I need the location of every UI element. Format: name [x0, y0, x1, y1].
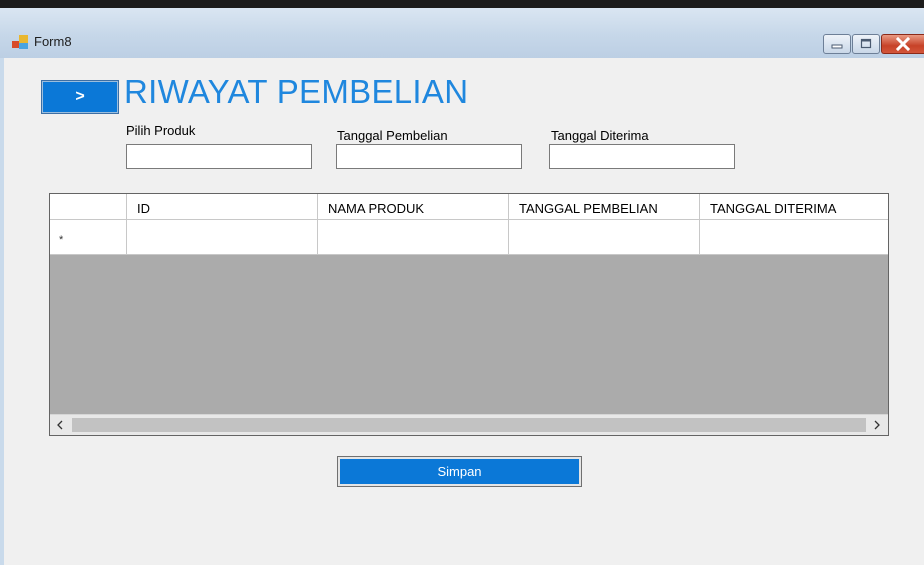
save-button-label: Simpan	[340, 459, 579, 484]
new-row-marker: *	[59, 234, 64, 246]
close-icon	[896, 36, 910, 52]
scrollbar-thumb[interactable]	[72, 418, 866, 432]
window-title: Form8	[34, 34, 72, 49]
horizontal-scrollbar[interactable]	[50, 414, 888, 435]
maximize-button[interactable]	[852, 34, 880, 54]
chevron-right-icon	[874, 420, 880, 430]
pilih-produk-label: Pilih Produk	[126, 123, 196, 138]
minimize-icon	[831, 44, 843, 49]
column-header-tanggal-pembelian[interactable]: TANGGAL PEMBELIAN	[509, 194, 700, 219]
table-row[interactable]: *	[50, 220, 888, 255]
minimize-button[interactable]	[823, 34, 851, 54]
scroll-left-button[interactable]	[50, 415, 70, 435]
window-left-border	[0, 58, 4, 565]
column-header-tanggal-diterima[interactable]: TANGGAL DITERIMA	[700, 194, 888, 219]
purchase-history-grid[interactable]: ID NAMA PRODUK TANGGAL PEMBELIAN TANGGAL…	[49, 193, 889, 436]
column-header-id[interactable]: ID	[127, 194, 318, 219]
page-title: RIWAYAT PEMBELIAN	[124, 73, 469, 110]
app-icon	[12, 35, 28, 49]
tanggal-pembelian-input[interactable]	[336, 144, 522, 169]
tanggal-diterima-label: Tanggal Diterima	[551, 128, 649, 143]
save-button[interactable]: Simpan	[337, 456, 582, 487]
maximize-icon	[860, 38, 872, 49]
tanggal-pembelian-label: Tanggal Pembelian	[337, 128, 448, 143]
window-titlebar[interactable]: Form8	[0, 8, 924, 58]
grid-header-row: ID NAMA PRODUK TANGGAL PEMBELIAN TANGGAL…	[50, 194, 888, 220]
column-header-nama-produk[interactable]: NAMA PRODUK	[318, 194, 509, 219]
cell-nama-produk[interactable]	[318, 220, 509, 255]
nav-forward-button[interactable]: >	[41, 80, 119, 114]
cell-id[interactable]	[127, 220, 318, 255]
scroll-right-button[interactable]	[867, 415, 887, 435]
chevron-left-icon	[57, 420, 63, 430]
cell-tanggal-pembelian[interactable]	[509, 220, 700, 255]
tanggal-diterima-input[interactable]	[549, 144, 735, 169]
cell-tanggal-diterima[interactable]	[700, 220, 888, 255]
close-button[interactable]	[881, 34, 924, 54]
row-header-cell[interactable]: *	[50, 220, 127, 255]
screen-top-edge	[0, 0, 924, 8]
pilih-produk-input[interactable]	[126, 144, 312, 169]
grid-corner-header[interactable]	[50, 194, 127, 219]
